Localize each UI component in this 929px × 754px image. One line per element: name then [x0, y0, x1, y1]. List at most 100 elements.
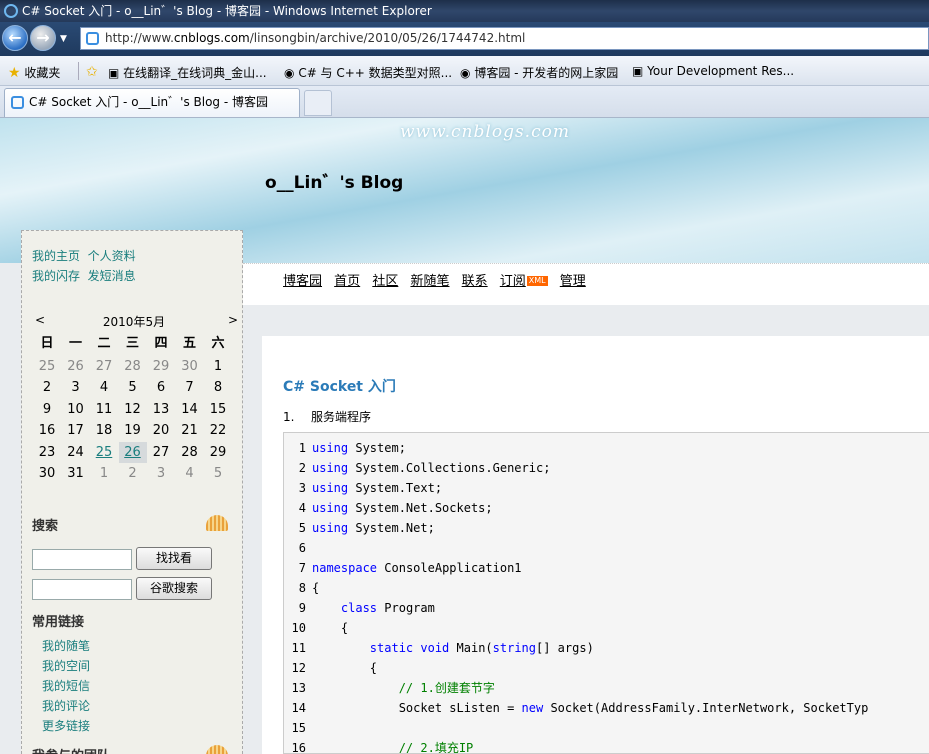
- header-watermark: www.cnblogs.com: [400, 122, 570, 142]
- favorite-item-translate[interactable]: ▣ 在线翻译_在线词典_金山...: [108, 64, 267, 81]
- code-token: Main(: [456, 641, 493, 655]
- calendar-day[interactable]: 25: [90, 442, 118, 463]
- calendar-day: 27: [95, 358, 113, 374]
- code-token: System.Collections.Generic;: [355, 461, 551, 475]
- tab-current[interactable]: C# Socket 入门 - o__Lin゛'s Blog - 博客园: [4, 88, 300, 117]
- code-line-number: 8: [298, 581, 306, 595]
- calendar-weekday: 日: [40, 336, 54, 351]
- calendar-day: 3: [71, 380, 80, 395]
- code-token: ConsoleApplication1: [384, 561, 522, 575]
- calendar-day: 29: [209, 444, 227, 460]
- calendar-weekday: 一: [68, 336, 82, 351]
- code-token: System.Text;: [355, 481, 443, 495]
- sidebar-link-home[interactable]: 我的主页: [32, 249, 80, 263]
- calendar-day: 27: [152, 444, 170, 460]
- calendar-prev-button[interactable]: <: [35, 313, 45, 327]
- code-token: Program: [384, 601, 435, 615]
- page-viewport: www.cnblogs.com o__Lin゛'s Blog 博客园 首页 社区…: [0, 118, 929, 754]
- common-link-posts[interactable]: 我的随笔: [42, 637, 90, 654]
- favorite-item-yourdev[interactable]: ▣ Your Development Res...: [632, 64, 794, 78]
- code-line-text: // 1.创建套节字: [312, 678, 495, 698]
- calendar-day: 14: [181, 401, 198, 417]
- common-link-comments[interactable]: 我的评论: [42, 697, 90, 714]
- calendar-day: 13: [152, 401, 170, 417]
- code-line: 10 {: [284, 618, 349, 638]
- code-line-text: using System;: [312, 438, 406, 458]
- search-input[interactable]: [32, 549, 132, 570]
- code-line-text: Socket sListen = new Socket(AddressFamil…: [312, 698, 869, 718]
- post-title[interactable]: C# Socket 入门: [283, 376, 396, 396]
- calendar-day: 12: [124, 401, 141, 417]
- calendar-day[interactable]: 26: [118, 441, 147, 463]
- shell-icon: [206, 515, 228, 531]
- calendar-day: 4: [185, 466, 194, 481]
- page-icon: ▣: [108, 66, 120, 80]
- favorite-item-cnblogs[interactable]: ◉ 博客园 - 开发者的网上家园: [460, 64, 618, 81]
- search-button[interactable]: 找找看: [136, 547, 212, 570]
- nav-subscribe[interactable]: 订阅 XML: [500, 274, 548, 289]
- url-path: /linsongbin/archive/2010/05/26/1744742.h…: [249, 31, 526, 45]
- calendar-day: 11: [95, 401, 113, 417]
- common-link-space[interactable]: 我的空间: [42, 657, 90, 674]
- forward-button[interactable]: →: [30, 25, 56, 51]
- google-search-button[interactable]: 谷歌搜索: [136, 577, 212, 600]
- nav-manage[interactable]: 管理: [560, 274, 586, 289]
- code-line-number: 6: [298, 541, 306, 555]
- code-line-text: namespace ConsoleApplication1: [312, 558, 522, 578]
- history-dropdown-icon[interactable]: ▼: [60, 34, 67, 44]
- code-keyword: class: [340, 601, 378, 615]
- favorite-item-datatypes[interactable]: ◉ C# 与 C++ 数据类型对照...: [284, 64, 452, 81]
- nav-community[interactable]: 社区: [372, 274, 398, 289]
- forward-arrow-icon: →: [36, 28, 50, 47]
- code-line-number: 7: [298, 561, 306, 575]
- favorites-button[interactable]: ★ 收藏夹: [8, 64, 60, 81]
- code-token: Socket(AddressFamily.InterNetwork, Socke…: [550, 701, 869, 715]
- nav-home[interactable]: 首页: [334, 274, 360, 289]
- calendar-day: 30: [38, 466, 56, 481]
- code-line-number: 14: [291, 701, 306, 715]
- code-line-number: 4: [298, 501, 306, 515]
- code-line: 4 using System.Net.Sockets;: [284, 498, 493, 518]
- favorite-item-label: Your Development Res...: [647, 64, 795, 78]
- nav-contact[interactable]: 联系: [462, 274, 488, 289]
- code-line: 16 // 2.填充IP: [284, 738, 474, 754]
- code-token: {: [312, 621, 349, 635]
- back-button[interactable]: ←: [2, 25, 28, 51]
- calendar-day: 25: [38, 358, 56, 374]
- sidebar-link-profile[interactable]: 个人资料: [88, 249, 136, 263]
- nav-new-post[interactable]: 新随笔: [410, 274, 449, 289]
- code-line: 2 using System.Collections.Generic;: [284, 458, 551, 478]
- url-domain: cnblogs.com: [173, 31, 250, 45]
- calendar-next-button[interactable]: >: [228, 313, 238, 327]
- page-icon: ▣: [632, 64, 644, 78]
- calendar-month: 2010年5月: [102, 315, 166, 329]
- add-favorite-star-icon: ✩: [86, 64, 98, 80]
- address-input[interactable]: http://www.cnblogs.com/linsongbin/archiv…: [80, 27, 929, 50]
- code-line-number: 10: [291, 621, 306, 635]
- url-prefix: http://www.: [105, 31, 174, 45]
- code-token: System.Net;: [355, 521, 435, 535]
- google-search-input[interactable]: [32, 579, 132, 600]
- code-line-text: class Program: [312, 598, 435, 618]
- favorites-bar: ★ 收藏夹 ✩ ▣ 在线翻译_在线词典_金山... ◉ C# 与 C++ 数据类…: [0, 56, 929, 86]
- page-icon: [86, 32, 99, 45]
- code-line-text: using System.Net;: [312, 518, 435, 538]
- code-line-text: {: [312, 578, 319, 598]
- code-line-number: 2: [298, 461, 306, 475]
- code-line: 13 // 1.创建套节字: [284, 678, 495, 698]
- calendar-day: 7: [185, 380, 194, 395]
- code-line-number: 16: [291, 741, 306, 754]
- sidebar-link-flash[interactable]: 我的闪存: [32, 269, 80, 283]
- new-tab-button[interactable]: [304, 90, 332, 116]
- common-link-more[interactable]: 更多链接: [42, 717, 90, 734]
- blog-title[interactable]: o__Lin゛'s Blog: [265, 168, 403, 193]
- code-keyword: static void: [369, 641, 450, 655]
- window-title: C# Socket 入门 - o__Lin゛'s Blog - 博客园 - Wi…: [22, 4, 432, 18]
- add-favorite-button[interactable]: ✩: [86, 64, 98, 80]
- common-link-sms[interactable]: 我的短信: [42, 677, 90, 694]
- sidebar-link-message[interactable]: 发短消息: [88, 269, 136, 283]
- back-arrow-icon: ←: [8, 28, 22, 47]
- nav-cnblogs[interactable]: 博客园: [283, 274, 322, 289]
- code-comment: // 1.创建套节字: [398, 681, 495, 695]
